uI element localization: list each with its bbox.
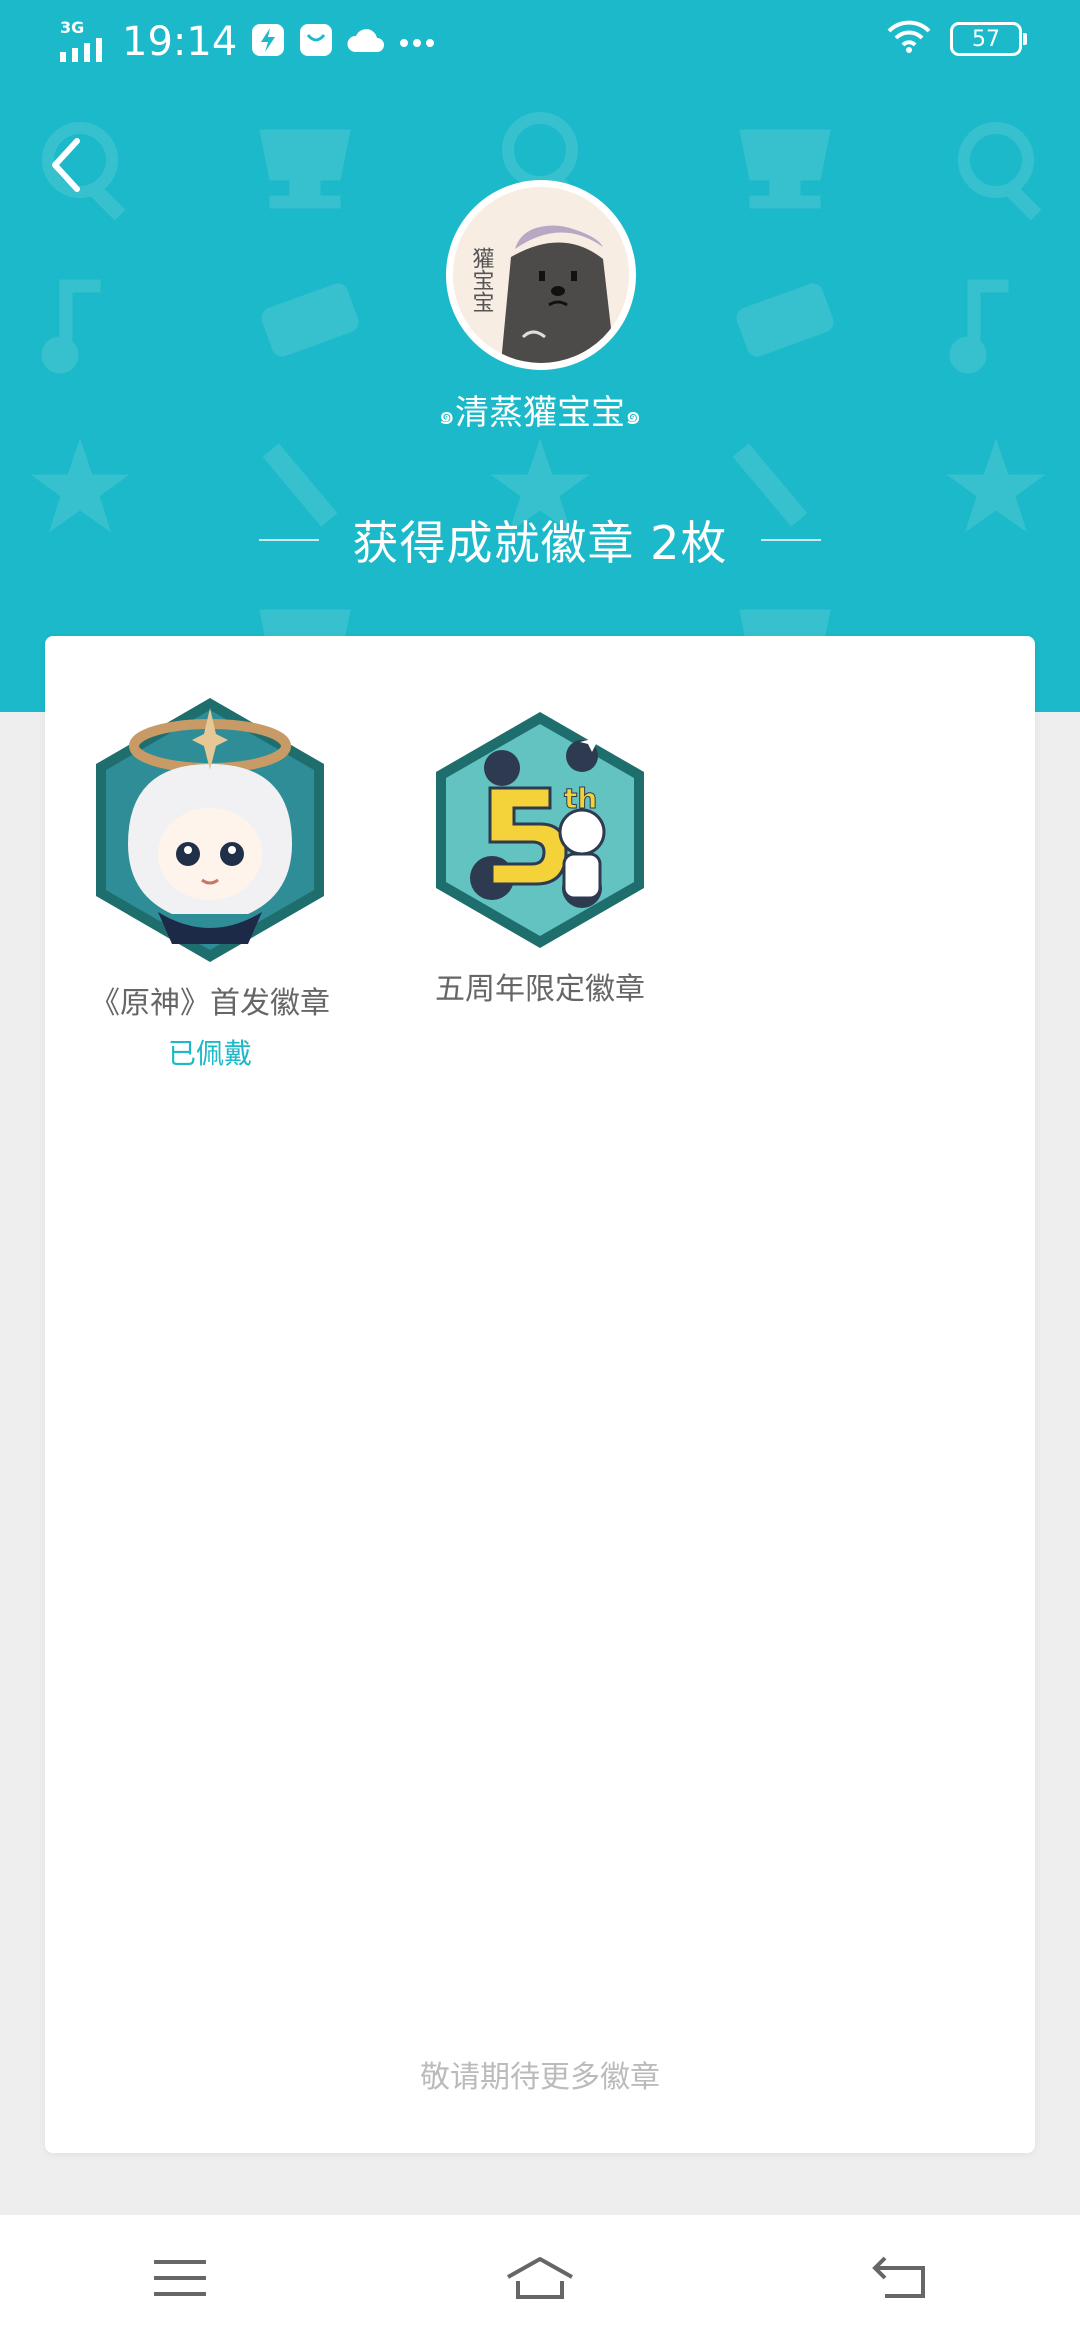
fifth-anniversary-badge-icon: th — [436, 712, 644, 948]
swirl-left-icon: ๑ — [438, 401, 455, 431]
network-label: 3G — [60, 18, 85, 37]
back-icon — [872, 2256, 925, 2298]
badge-item-genshin[interactable]: 《原神》首发徽章 已佩戴 — [75, 694, 345, 1072]
wifi-icon — [886, 20, 932, 58]
divider-right — [761, 539, 822, 541]
badge-count-label: 获得成就徽章 2枚 — [352, 516, 728, 570]
header: 3G 19:14 57 獾宝宝 ๑清蒸獾宝宝๑ 获得成就徽章 2枚 — [0, 0, 1080, 712]
cloud-icon — [347, 26, 385, 58]
shopping-app-icon — [299, 23, 333, 61]
system-nav-bar — [0, 2215, 1080, 2340]
battery-level: 57 — [972, 26, 1000, 52]
charge-app-icon — [251, 23, 285, 61]
badge-card: 《原神》首发徽章 已佩戴 th 五周年限定徽章 敬请期待更多徽章 — [45, 636, 1035, 2153]
nav-home-button[interactable] — [480, 2233, 600, 2323]
username-text: 清蒸獾宝宝 — [455, 393, 625, 433]
avatar[interactable]: 獾宝宝 — [446, 180, 636, 370]
signal-icon: 3G — [58, 18, 108, 62]
badge-count-row: 获得成就徽章 2枚 — [0, 510, 1080, 570]
clock: 19:14 — [122, 19, 238, 65]
home-icon — [507, 2256, 573, 2299]
chevron-left-icon — [52, 138, 80, 192]
footer-tip: 敬请期待更多徽章 — [420, 2060, 660, 2095]
menu-icon — [154, 2259, 206, 2296]
status-bar: 3G 19:14 57 — [0, 0, 1080, 84]
nav-back-button[interactable] — [840, 2233, 960, 2323]
swirl-right-icon: ๑ — [625, 401, 642, 431]
back-button[interactable] — [36, 130, 96, 200]
badge-name: 五周年限定徽章 — [435, 972, 645, 1007]
genshin-paimon-badge-icon — [96, 698, 324, 962]
badge-item-anniversary[interactable]: th 五周年限定徽章 — [405, 708, 675, 1008]
badge-status-worn: 已佩戴 — [167, 1037, 252, 1070]
avatar-text: 獾宝宝 — [469, 247, 495, 313]
battery-indicator: 57 — [950, 22, 1027, 56]
badge-name: 《原神》首发徽章 — [90, 986, 330, 1021]
avatar-image: 獾宝宝 — [453, 187, 629, 363]
divider-left — [258, 539, 319, 541]
more-icon — [399, 33, 435, 52]
badge-page: 3G 19:14 57 獾宝宝 ๑清蒸獾宝宝๑ 获得成就徽章 2枚 《原神》首发… — [0, 0, 1080, 2340]
username: ๑清蒸獾宝宝๑ — [0, 385, 1080, 436]
nav-menu-button[interactable] — [120, 2233, 240, 2323]
